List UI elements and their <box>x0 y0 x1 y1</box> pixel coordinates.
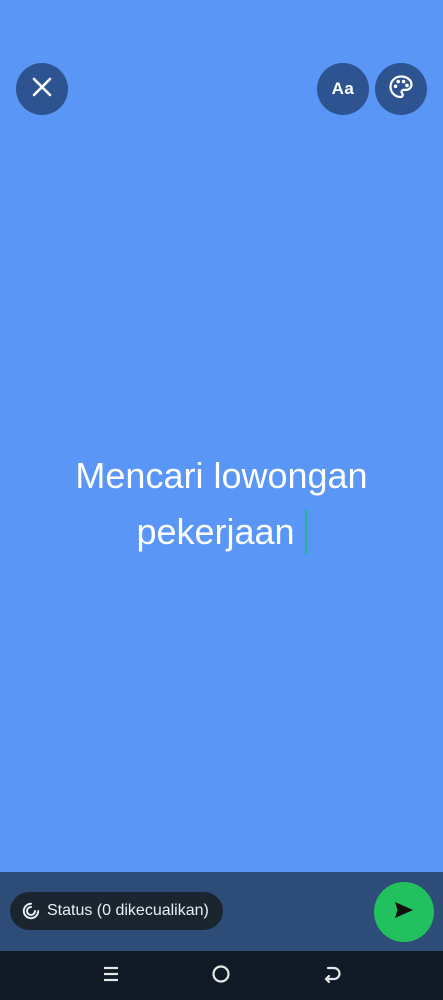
status-ring-icon <box>22 902 40 920</box>
status-text-line-1: Mencari lowongan <box>75 455 368 496</box>
status-canvas[interactable]: Aa Mencari lowongan pekerjaan <box>0 0 443 872</box>
color-palette-button[interactable] <box>375 63 427 115</box>
back-button[interactable] <box>319 963 345 989</box>
close-button[interactable] <box>16 63 68 115</box>
home-icon <box>210 963 232 990</box>
system-navigation-bar <box>0 951 443 1000</box>
status-audience-label: Status (0 dikecualikan) <box>47 902 209 919</box>
recents-button[interactable] <box>98 963 124 989</box>
font-style-button[interactable]: Aa <box>317 63 369 115</box>
status-text-editor[interactable]: Mencari lowongan pekerjaan <box>20 448 423 560</box>
palette-icon <box>388 74 414 105</box>
send-icon <box>392 898 416 927</box>
send-button[interactable] <box>374 882 434 942</box>
status-text-line-2: pekerjaan <box>136 511 295 552</box>
recents-icon <box>101 964 121 989</box>
close-icon <box>31 76 53 103</box>
status-bottom-bar: Status (0 dikecualikan) <box>0 872 443 951</box>
status-audience-button[interactable]: Status (0 dikecualikan) <box>10 892 223 930</box>
back-icon <box>321 963 343 990</box>
home-button[interactable] <box>208 963 234 989</box>
text-caret <box>304 510 307 554</box>
font-style-label: Aa <box>331 79 355 98</box>
